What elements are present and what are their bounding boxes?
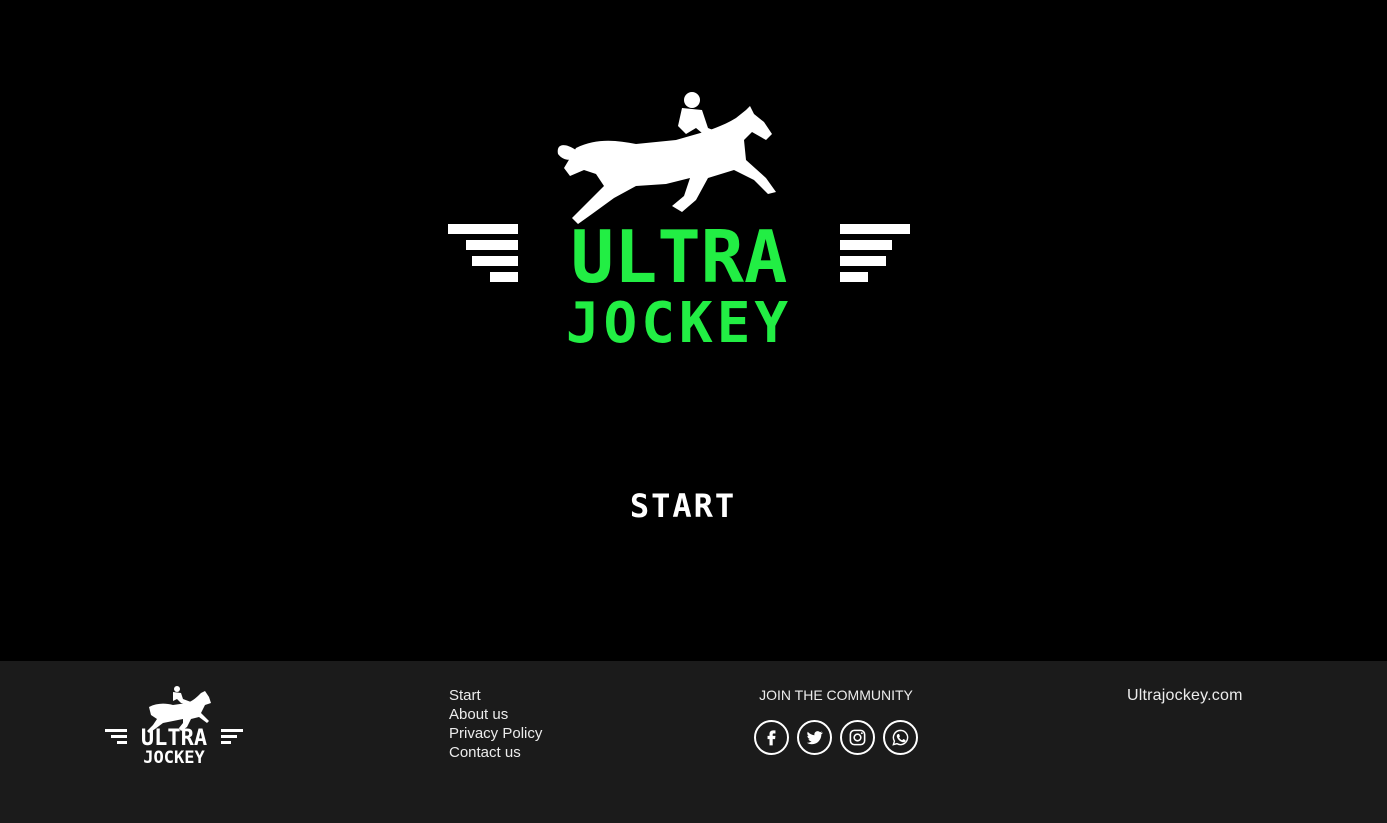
community-section: JOIN THE COMMUNITY: [750, 686, 922, 755]
logo-line1: ULTRA: [571, 215, 788, 299]
facebook-icon: [767, 730, 776, 746]
ultra-jockey-logo: ULTRA JOCKEY: [448, 92, 910, 350]
hero-section: ULTRA JOCKEY START: [0, 0, 1387, 661]
page: ULTRA JOCKEY START ULTRA JOCKEY Start Ab…: [0, 0, 1387, 823]
logo-line2: JOCKEY: [566, 291, 792, 350]
site-link[interactable]: Ultrajockey.com: [1127, 687, 1243, 705]
community-title: JOIN THE COMMUNITY: [759, 687, 913, 703]
footer: ULTRA JOCKEY Start About us Privacy Poli…: [0, 661, 1387, 823]
whatsapp-button[interactable]: [883, 720, 918, 755]
facebook-button[interactable]: [754, 720, 789, 755]
footer-link-contact[interactable]: Contact us: [449, 743, 542, 762]
footer-link-privacy[interactable]: Privacy Policy: [449, 724, 542, 743]
horse-rider-icon: [557, 92, 776, 224]
twitter-button[interactable]: [797, 720, 832, 755]
twitter-icon: [806, 731, 823, 745]
footer-logo[interactable]: ULTRA JOCKEY: [103, 683, 245, 765]
instagram-icon: [849, 729, 866, 746]
social-icons: [750, 720, 922, 755]
speed-lines-right: [840, 224, 910, 282]
whatsapp-icon: [892, 729, 909, 746]
footer-link-about[interactable]: About us: [449, 705, 542, 724]
speed-lines-left: [448, 224, 518, 282]
footer-logo-line2: JOCKEY: [143, 748, 205, 765]
footer-link-start[interactable]: Start: [449, 686, 542, 705]
start-button[interactable]: START: [600, 484, 766, 528]
instagram-button[interactable]: [840, 720, 875, 755]
footer-nav: Start About us Privacy Policy Contact us: [449, 686, 542, 762]
